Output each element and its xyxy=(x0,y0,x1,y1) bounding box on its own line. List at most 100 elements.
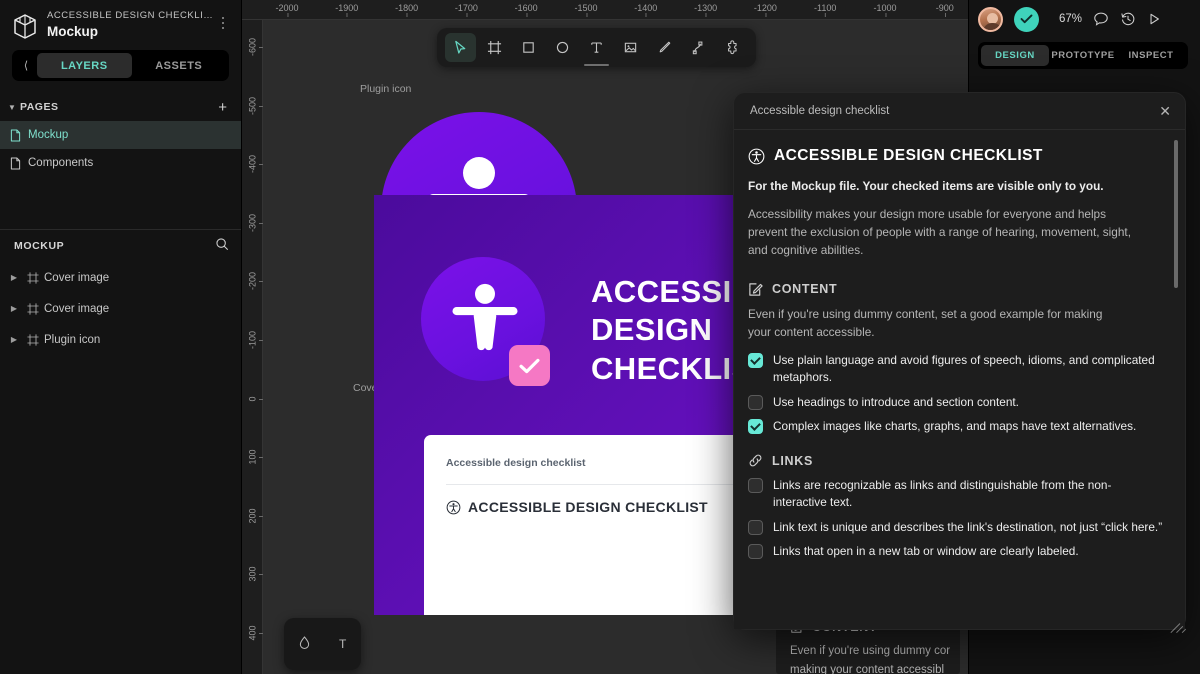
checklist-item-label: Complex images like charts, graphs, and … xyxy=(773,419,1137,434)
checklist-item[interactable]: Links are recognizable as links and dist… xyxy=(748,477,1163,511)
comment-icon[interactable] xyxy=(1093,11,1109,27)
pen-tool[interactable] xyxy=(683,33,714,62)
add-page-icon[interactable]: + xyxy=(214,98,231,117)
checklist-links: Links are recognizable as links and dist… xyxy=(748,477,1163,560)
frame-icon xyxy=(22,271,44,284)
plugin-window-title: Accessible design checklist xyxy=(750,105,890,117)
accessibility-icon xyxy=(748,148,765,164)
page-label: Components xyxy=(28,157,94,169)
checklist-item-label: Link text is unique and describes the li… xyxy=(773,519,1163,534)
zoom-level[interactable]: 67% xyxy=(1059,13,1082,25)
plugins-tool[interactable] xyxy=(717,33,748,62)
history-icon[interactable] xyxy=(1120,11,1136,27)
text-tool[interactable] xyxy=(581,33,612,62)
background-card-line-1: Even if you're using dummy cor xyxy=(790,645,951,657)
resize-handle[interactable] xyxy=(1167,611,1187,634)
layer-label: Cover image xyxy=(44,302,110,315)
checklist-content: Use plain language and avoid figures of … xyxy=(748,352,1163,435)
ruler-tick-v: -100 xyxy=(242,331,263,349)
chevron-right-icon[interactable]: ▶ xyxy=(6,273,22,282)
checklist-item[interactable]: Link text is unique and describes the li… xyxy=(748,519,1163,536)
checklist-item[interactable]: Use plain language and avoid figures of … xyxy=(748,352,1163,386)
rectangle-tool[interactable] xyxy=(513,33,544,62)
back-chevron-icon[interactable]: ⟨ xyxy=(15,59,37,72)
top-right-bar: 67% xyxy=(968,0,1200,38)
text-icon[interactable]: T xyxy=(339,637,346,651)
figma-window: Plugin icon Cover image xyxy=(0,0,1200,674)
plugin-lead-text: For the Mockup file. Your checked items … xyxy=(748,179,1104,193)
ruler-tick-v: -400 xyxy=(242,155,263,173)
pencil-tool[interactable] xyxy=(649,33,680,62)
scrollbar-thumb[interactable] xyxy=(1174,140,1178,288)
section-title-links: LINKS xyxy=(772,453,813,468)
sidebar-header: ACCESSIBLE DESIGN CHECKLIST Mockup xyxy=(0,0,241,48)
left-sidebar: ACCESSIBLE DESIGN CHECKLIST Mockup ⟨ LAY… xyxy=(0,0,242,674)
checkbox[interactable] xyxy=(748,394,763,410)
layer-label: Plugin icon xyxy=(44,333,101,346)
ruler-tick-h: -2000 xyxy=(275,0,299,17)
main-toolbar[interactable] xyxy=(437,28,756,67)
cover-check-badge xyxy=(509,345,550,386)
checkbox[interactable] xyxy=(748,419,763,435)
plugin-dialog[interactable]: Accessible design checklist ✕ ACCESSIBLE… xyxy=(733,92,1187,634)
tab-design[interactable]: DESIGN xyxy=(981,45,1049,66)
plugin-dialog-body[interactable]: ACCESSIBLE DESIGN CHECKLIST For the Mock… xyxy=(734,129,1185,629)
avatar[interactable] xyxy=(978,6,1003,32)
layer-item[interactable]: ▶ Cover image xyxy=(0,293,241,324)
layer-item[interactable]: ▶ Plugin icon xyxy=(0,324,241,355)
tab-inspect[interactable]: INSPECT xyxy=(1117,45,1185,66)
sidebar-tabs[interactable]: ⟨ LAYERS ASSETS xyxy=(12,50,229,81)
checklist-item[interactable]: Complex images like charts, graphs, and … xyxy=(748,418,1163,435)
frame-tool[interactable] xyxy=(479,33,510,62)
canvas-quick-tools[interactable]: T xyxy=(284,618,361,670)
plugin-user-badge[interactable] xyxy=(1014,6,1039,32)
page-label: Mockup xyxy=(28,129,69,141)
move-tool[interactable] xyxy=(445,33,476,62)
play-icon[interactable] xyxy=(1147,12,1161,26)
ruler-tick-h: -1500 xyxy=(574,0,598,17)
ruler-tick-v: 0 xyxy=(242,394,263,404)
ruler-tick-v: 400 xyxy=(242,625,263,641)
checklist-item-label: Use plain language and avoid figures of … xyxy=(773,353,1155,384)
chevron-right-icon[interactable]: ▶ xyxy=(6,304,22,313)
checklist-item[interactable]: Use headings to introduce and section co… xyxy=(748,394,1163,411)
vertical-ruler: -600 -500 -400 -300 -200 -100 0 100 200 300 400 xyxy=(242,20,263,674)
tab-assets[interactable]: ASSETS xyxy=(132,53,227,78)
pages-section-header[interactable]: ▼ PAGES + xyxy=(0,93,241,121)
droplet-icon[interactable] xyxy=(299,636,310,652)
chevron-right-icon[interactable]: ▶ xyxy=(6,335,22,344)
layer-label: Cover image xyxy=(44,271,110,284)
ruler-tick-h: -1400 xyxy=(634,0,657,17)
tool-text-wrap xyxy=(581,33,612,66)
ellipse-tool[interactable] xyxy=(547,33,578,62)
ruler-tick-v: -300 xyxy=(242,214,263,232)
ruler-tick-h: -1700 xyxy=(455,0,478,17)
checkbox[interactable] xyxy=(748,353,763,369)
scroll-fade xyxy=(734,603,1185,629)
search-icon[interactable] xyxy=(215,237,229,256)
chevron-down-icon[interactable]: ▼ xyxy=(8,103,20,112)
project-name[interactable]: ACCESSIBLE DESIGN CHECKLIST xyxy=(47,10,215,21)
checklist-item[interactable]: Links that open in a new tab or window a… xyxy=(748,543,1163,560)
layer-item[interactable]: ▶ Cover image xyxy=(0,262,241,293)
ruler-tick-h: -1900 xyxy=(335,0,358,17)
right-panel-tabs[interactable]: DESIGN PROTOTYPE INSPECT xyxy=(978,42,1188,69)
ruler-tick-h: -900 xyxy=(936,0,954,17)
sidebar-item-components[interactable]: Components xyxy=(0,149,241,177)
file-name[interactable]: Mockup xyxy=(47,24,215,39)
close-icon[interactable]: ✕ xyxy=(1159,104,1171,118)
tab-layers[interactable]: LAYERS xyxy=(37,53,132,78)
image-tool[interactable] xyxy=(615,33,646,62)
figma-file-icon[interactable] xyxy=(12,12,38,40)
ruler-tick-h: -1200 xyxy=(754,0,777,17)
checkbox[interactable] xyxy=(748,519,763,535)
pages-label: PAGES xyxy=(20,101,59,113)
more-options-icon[interactable] xyxy=(215,13,231,33)
frame-label-plugin-icon[interactable]: Plugin icon xyxy=(360,83,411,95)
ruler-tick-v: -600 xyxy=(242,38,263,56)
checkbox[interactable] xyxy=(748,478,763,494)
tab-prototype[interactable]: PROTOTYPE xyxy=(1049,45,1117,66)
checkbox[interactable] xyxy=(748,544,763,560)
sidebar-item-mockup[interactable]: Mockup xyxy=(0,121,241,149)
ruler-tick-v: -200 xyxy=(242,272,263,290)
